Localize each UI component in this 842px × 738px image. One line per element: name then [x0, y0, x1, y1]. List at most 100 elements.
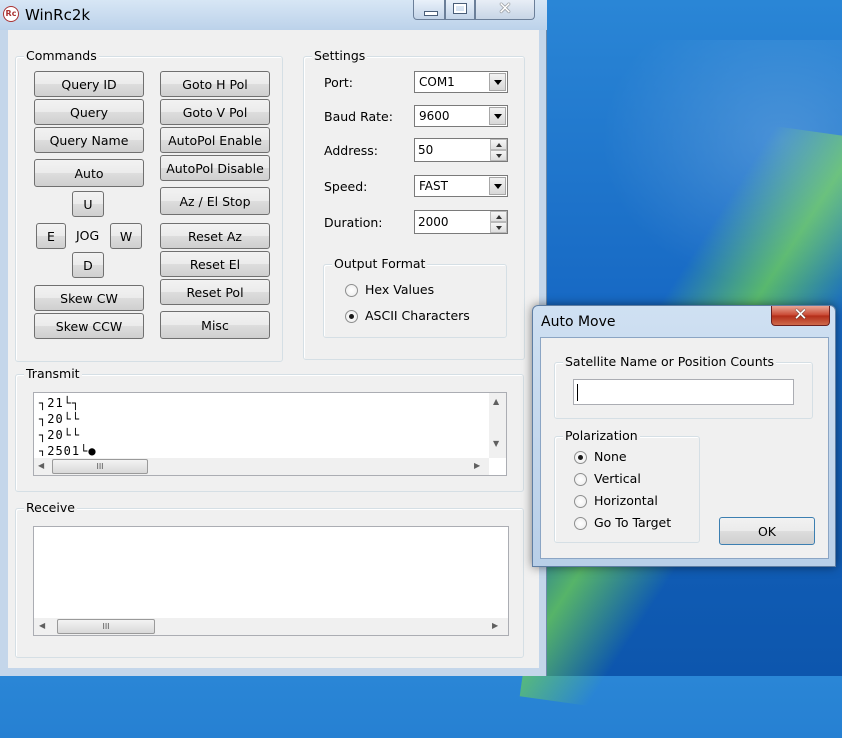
baud-rate-combobox[interactable]: 9600	[414, 105, 508, 127]
app-icon[interactable]: Rc	[3, 6, 19, 22]
goto-v-pol-button[interactable]: Goto V Pol	[160, 99, 270, 125]
address-spinbox[interactable]: 50	[414, 138, 508, 162]
hex-values-label[interactable]: Hex Values	[365, 282, 434, 297]
auto-move-close-button[interactable]: ✕	[771, 305, 830, 326]
address-spin-up[interactable]	[490, 139, 507, 150]
title-bar[interactable]: Rc WinRc2k ✕	[0, 0, 547, 30]
jog-up-button[interactable]: U	[72, 191, 104, 217]
scroll-up-icon[interactable]: ▲	[493, 397, 499, 406]
polarization-go-to-target-label[interactable]: Go To Target	[594, 515, 671, 530]
duration-spin-buttons	[490, 211, 507, 233]
duration-spinbox[interactable]: 2000	[414, 210, 508, 234]
jog-left-button[interactable]: E	[36, 223, 66, 249]
caption-buttons: ✕	[413, 0, 535, 21]
transmit-line: ┐21└┐	[39, 396, 81, 410]
polarization-vertical-label[interactable]: Vertical	[594, 471, 641, 486]
transmit-vertical-scrollbar[interactable]: ▲ ▼	[489, 393, 506, 458]
window-title: WinRc2k	[25, 6, 91, 24]
transmit-group: Transmit ┐21└┐ ┐20└└ ┐20└└ ┐2501└● ▲ ▼ ◀…	[15, 367, 524, 492]
polarization-none-radio[interactable]	[574, 451, 587, 464]
reset-pol-button[interactable]: Reset Pol	[160, 279, 270, 305]
port-dropdown-button[interactable]	[489, 73, 506, 91]
jog-label: JOG	[76, 228, 100, 243]
query-button[interactable]: Query	[34, 99, 144, 125]
auto-button[interactable]: Auto	[34, 159, 144, 187]
receive-horizontal-scrollbar[interactable]: ◀ III ▶	[34, 618, 508, 635]
autopol-enable-button[interactable]: AutoPol Enable	[160, 127, 270, 153]
autopol-disable-button[interactable]: AutoPol Disable	[160, 155, 270, 181]
scroll-down-icon[interactable]: ▼	[493, 439, 499, 448]
jog-right-button[interactable]: W	[110, 223, 142, 249]
transmit-textbox[interactable]: ┐21└┐ ┐20└└ ┐20└└ ┐2501└● ▲ ▼ ◀ III ▶	[33, 392, 507, 476]
duration-label: Duration:	[324, 215, 383, 230]
settings-group: Settings Port: COM1 Baud Rate: 9600 Addr…	[303, 49, 525, 360]
polarization-none-label[interactable]: None	[594, 449, 627, 464]
speed-combobox[interactable]: FAST	[414, 175, 508, 197]
auto-move-dialog: Auto Move ✕ Satellite Name or Position C…	[532, 305, 836, 567]
polarization-go-to-target-radio[interactable]	[574, 517, 587, 530]
minimize-button[interactable]	[413, 0, 445, 20]
az-el-stop-button[interactable]: Az / El Stop	[160, 187, 270, 215]
port-value: COM1	[419, 75, 455, 89]
polarization-horizontal-label[interactable]: Horizontal	[594, 493, 658, 508]
transmit-line: ┐2501└●	[39, 444, 97, 456]
transmit-line: ┐20└└	[39, 412, 81, 426]
scroll-left-icon[interactable]: ◀	[39, 621, 45, 630]
transmit-horizontal-scrollbar[interactable]: ◀ III ▶	[34, 458, 489, 475]
window-client-area: Commands Query ID Query Query Name Auto …	[8, 30, 539, 668]
main-window: Rc WinRc2k ✕ Commands Query ID Query Que…	[0, 0, 547, 676]
address-spin-down[interactable]	[490, 150, 507, 161]
ascii-characters-label[interactable]: ASCII Characters	[365, 308, 470, 323]
jog-down-button[interactable]: D	[72, 252, 104, 278]
chevron-down-icon	[494, 114, 502, 119]
polarization-group-label: Polarization	[563, 428, 640, 443]
commands-group-label: Commands	[24, 48, 99, 63]
baud-rate-label: Baud Rate:	[324, 109, 393, 124]
goto-h-pol-button[interactable]: Goto H Pol	[160, 71, 270, 97]
receive-scroll-thumb[interactable]: III	[57, 619, 155, 634]
close-icon: ✕	[497, 0, 513, 19]
maximize-icon	[453, 3, 467, 14]
baud-rate-dropdown-button[interactable]	[489, 107, 506, 125]
skew-cw-button[interactable]: Skew CW	[34, 285, 144, 311]
triangle-up-icon	[496, 143, 502, 147]
triangle-down-icon	[496, 154, 502, 158]
ok-button[interactable]: OK	[719, 517, 815, 545]
chevron-down-icon	[494, 184, 502, 189]
chevron-down-icon	[494, 80, 502, 85]
maximize-button[interactable]	[445, 0, 475, 20]
query-name-button[interactable]: Query Name	[34, 127, 144, 153]
minimize-icon	[424, 11, 438, 16]
close-button[interactable]: ✕	[475, 0, 535, 20]
duration-spin-up[interactable]	[490, 211, 507, 222]
address-spin-buttons	[490, 139, 507, 161]
ascii-characters-radio[interactable]	[345, 310, 358, 323]
port-combobox[interactable]: COM1	[414, 71, 508, 93]
scroll-left-icon[interactable]: ◀	[38, 461, 44, 470]
skew-ccw-button[interactable]: Skew CCW	[34, 313, 144, 339]
address-label: Address:	[324, 143, 378, 158]
receive-group-label: Receive	[24, 500, 77, 515]
transmit-group-label: Transmit	[24, 366, 82, 381]
query-id-button[interactable]: Query ID	[34, 71, 144, 97]
triangle-up-icon	[496, 215, 502, 219]
satellite-name-input[interactable]	[573, 379, 794, 405]
duration-spin-down[interactable]	[490, 222, 507, 233]
reset-az-button[interactable]: Reset Az	[160, 223, 270, 249]
misc-button[interactable]: Misc	[160, 311, 270, 339]
polarization-vertical-radio[interactable]	[574, 473, 587, 486]
speed-dropdown-button[interactable]	[489, 177, 506, 195]
output-format-group: Output Format Hex Values ASCII Character…	[323, 257, 507, 338]
scroll-right-icon[interactable]: ▶	[474, 461, 480, 470]
output-format-group-label: Output Format	[332, 256, 428, 271]
polarization-horizontal-radio[interactable]	[574, 495, 587, 508]
scroll-right-icon[interactable]: ▶	[492, 621, 498, 630]
receive-group: Receive ◀ III ▶	[15, 501, 524, 658]
triangle-down-icon	[496, 226, 502, 230]
hex-values-radio[interactable]	[345, 284, 358, 297]
reset-el-button[interactable]: Reset El	[160, 251, 270, 277]
receive-textbox[interactable]: ◀ III ▶	[33, 526, 509, 636]
speed-value: FAST	[419, 179, 448, 193]
transmit-scroll-thumb[interactable]: III	[52, 459, 148, 474]
commands-group: Commands Query ID Query Query Name Auto …	[15, 49, 283, 362]
